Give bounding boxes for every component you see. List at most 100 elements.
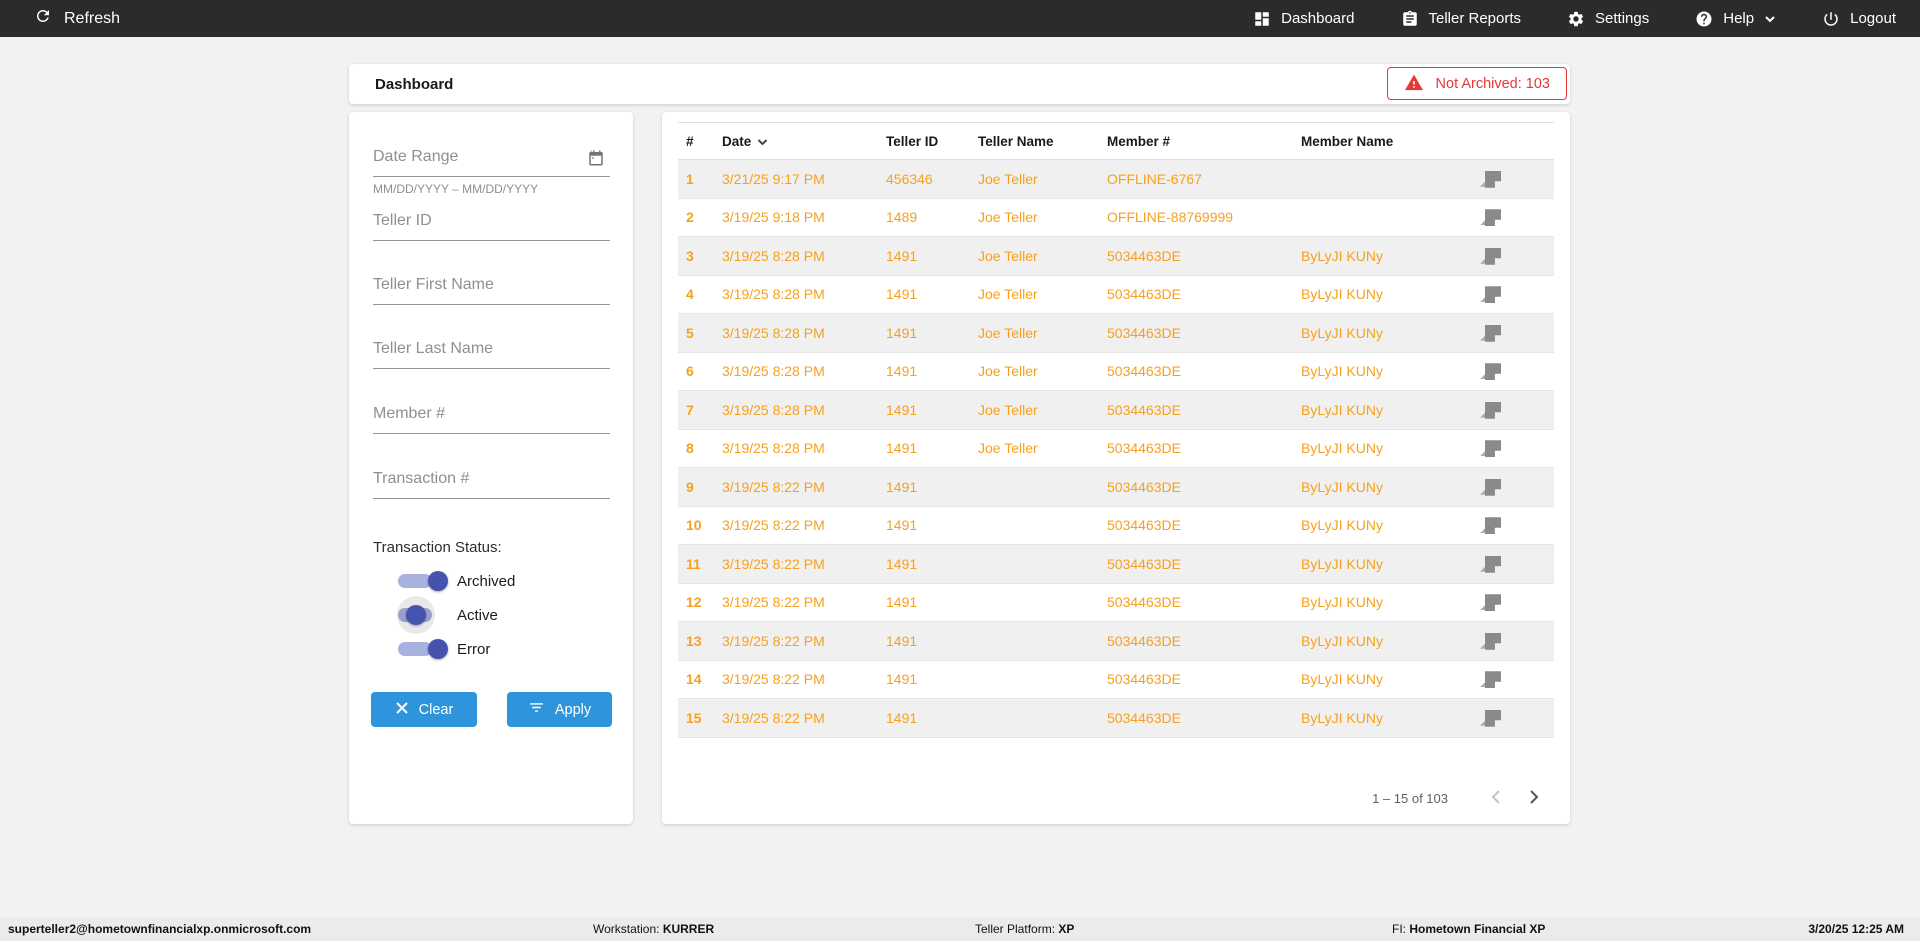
row-date: 3/19/25 8:22 PM (722, 594, 825, 611)
col-date[interactable]: Date (722, 134, 886, 149)
apply-button[interactable]: Apply (507, 692, 612, 727)
table-row[interactable]: 1 3/21/25 9:17 PM 456346 Joe Teller OFFL… (678, 160, 1554, 199)
status-toggle[interactable] (398, 569, 448, 593)
row-actions (1479, 363, 1554, 381)
row-date: 3/19/25 9:18 PM (722, 209, 825, 226)
table-row[interactable]: 6 3/19/25 8:28 PM 1491 Joe Teller 503446… (678, 353, 1554, 391)
nav-dashboard[interactable]: Dashboard (1253, 10, 1355, 28)
row-actions (1479, 209, 1554, 227)
refresh-button[interactable]: Refresh (34, 7, 120, 30)
nav-dashboard-label: Dashboard (1281, 10, 1355, 27)
current-datetime: 3/20/25 12:25 AM (1808, 922, 1904, 936)
clear-button-label: Clear (418, 701, 454, 718)
row-date: 3/19/25 8:28 PM (722, 324, 825, 341)
teller-id-input[interactable] (373, 212, 610, 241)
row-date: 3/19/25 8:28 PM (722, 401, 825, 418)
col-member-name[interactable]: Member Name (1301, 134, 1479, 149)
row-teller-name: Joe Teller (978, 401, 1038, 418)
col-teller-name[interactable]: Teller Name (978, 134, 1107, 149)
row-number: 3 (686, 247, 694, 264)
row-actions (1479, 632, 1554, 650)
row-teller-id: 456346 (886, 170, 933, 187)
warning-icon (1404, 73, 1424, 95)
row-member-number: 5034463DE (1107, 247, 1181, 264)
row-teller-name: Joe Teller (978, 440, 1038, 457)
toggle-archived-row: Archived (398, 568, 515, 594)
teller-last-name-input[interactable] (373, 340, 610, 369)
status-toggle[interactable] (398, 637, 448, 661)
transaction-number-input[interactable] (373, 470, 610, 499)
row-number: 4 (686, 286, 694, 303)
clear-button[interactable]: Clear (371, 692, 477, 727)
table-row[interactable]: 10 3/19/25 8:22 PM 1491 5034463DE ByLyJI… (678, 507, 1554, 545)
next-page-button[interactable] (1529, 789, 1540, 808)
not-archived-badge[interactable]: Not Archived: 103 (1386, 67, 1567, 100)
calendar-icon[interactable] (587, 149, 605, 172)
platform-info: Teller Platform: XP (975, 917, 1074, 941)
row-teller-name: Joe Teller (978, 209, 1038, 226)
row-date: 3/19/25 8:22 PM (722, 478, 825, 495)
table-row[interactable]: 14 3/19/25 8:22 PM 1491 5034463DE ByLyJI… (678, 661, 1554, 699)
table-row[interactable]: 2 3/19/25 9:18 PM 1489 Joe Teller OFFLIN… (678, 199, 1554, 237)
row-member-number: 5034463DE (1107, 478, 1181, 495)
status-toggle[interactable] (397, 596, 448, 634)
help-icon (1695, 10, 1713, 28)
platform-label: Teller Platform: (975, 922, 1056, 936)
teller-first-name-input[interactable] (373, 276, 610, 305)
row-teller-id: 1491 (886, 286, 918, 303)
nav-logout-label: Logout (1850, 10, 1896, 27)
row-teller-id: 1491 (886, 247, 918, 264)
table-header-row: # Date Teller ID Teller Name Member # Me… (678, 122, 1554, 160)
power-icon (1822, 10, 1840, 28)
table-row[interactable]: 4 3/19/25 8:28 PM 1491 Joe Teller 503446… (678, 276, 1554, 314)
table-row[interactable]: 8 3/19/25 8:28 PM 1491 Joe Teller 503446… (678, 430, 1554, 468)
workstation-value: KURRER (662, 922, 715, 936)
gear-icon (1567, 10, 1585, 28)
table-row[interactable]: 11 3/19/25 8:22 PM 1491 5034463DE ByLyJI… (678, 545, 1554, 584)
table-row[interactable]: 9 3/19/25 8:22 PM 1491 5034463DE ByLyJI … (678, 468, 1554, 507)
toggle-thumb (428, 571, 448, 591)
row-member-number: 5034463DE (1107, 286, 1181, 303)
col-member-number[interactable]: Member # (1107, 134, 1301, 149)
row-number: 2 (686, 209, 694, 226)
apply-button-label: Apply (554, 701, 592, 718)
table-row[interactable]: 7 3/19/25 8:28 PM 1491 Joe Teller 503446… (678, 391, 1554, 430)
row-member-number: 5034463DE (1107, 594, 1181, 611)
row-member-number: 5034463DE (1107, 401, 1181, 418)
row-date: 3/19/25 8:22 PM (722, 517, 825, 534)
row-actions (1479, 324, 1554, 342)
row-date: 3/19/25 8:22 PM (722, 555, 825, 572)
transactions-card: # Date Teller ID Teller Name Member # Me… (662, 112, 1570, 824)
toggle-thumb (428, 639, 448, 659)
table-row[interactable]: 15 3/19/25 8:22 PM 1491 5034463DE ByLyJI… (678, 699, 1554, 738)
row-member-number: 5034463DE (1107, 324, 1181, 341)
row-member-name: ByLyJI KUNy (1301, 594, 1383, 611)
row-member-name: ByLyJI KUNy (1301, 671, 1383, 688)
row-date: 3/19/25 8:28 PM (722, 440, 825, 457)
nav-logout[interactable]: Logout (1822, 10, 1896, 28)
status-bar: superteller2@hometownfinancialxp.onmicro… (0, 917, 1920, 941)
row-date: 3/19/25 8:22 PM (722, 709, 825, 726)
refresh-label: Refresh (64, 9, 121, 27)
transactions-table: # Date Teller ID Teller Name Member # Me… (678, 122, 1554, 738)
row-date: 3/21/25 9:17 PM (722, 170, 825, 187)
row-teller-id: 1491 (886, 363, 918, 380)
col-teller-id[interactable]: Teller ID (886, 134, 978, 149)
nav-settings[interactable]: Settings (1567, 10, 1649, 28)
pagination: 1 – 15 of 103 (1372, 789, 1540, 808)
nav-teller-reports[interactable]: Teller Reports (1401, 10, 1521, 28)
table-row[interactable]: 12 3/19/25 8:22 PM 1491 5034463DE ByLyJI… (678, 584, 1554, 622)
row-member-number: 5034463DE (1107, 517, 1181, 534)
previous-page-button[interactable] (1490, 789, 1501, 808)
row-member-name: ByLyJI KUNy (1301, 247, 1383, 264)
table-row[interactable]: 13 3/19/25 8:22 PM 1491 5034463DE ByLyJI… (678, 622, 1554, 661)
row-number: 10 (686, 517, 702, 534)
logged-in-user: superteller2@hometownfinancialxp.onmicro… (8, 922, 312, 936)
table-row[interactable]: 5 3/19/25 8:28 PM 1491 Joe Teller 503446… (678, 314, 1554, 353)
table-row[interactable]: 3 3/19/25 8:28 PM 1491 Joe Teller 503446… (678, 237, 1554, 276)
nav-help[interactable]: Help (1695, 10, 1776, 28)
member-number-input[interactable] (373, 405, 610, 434)
date-range-input[interactable] (373, 148, 610, 177)
toggle-archived-label: Archived (457, 572, 516, 590)
row-teller-id: 1491 (886, 401, 918, 418)
